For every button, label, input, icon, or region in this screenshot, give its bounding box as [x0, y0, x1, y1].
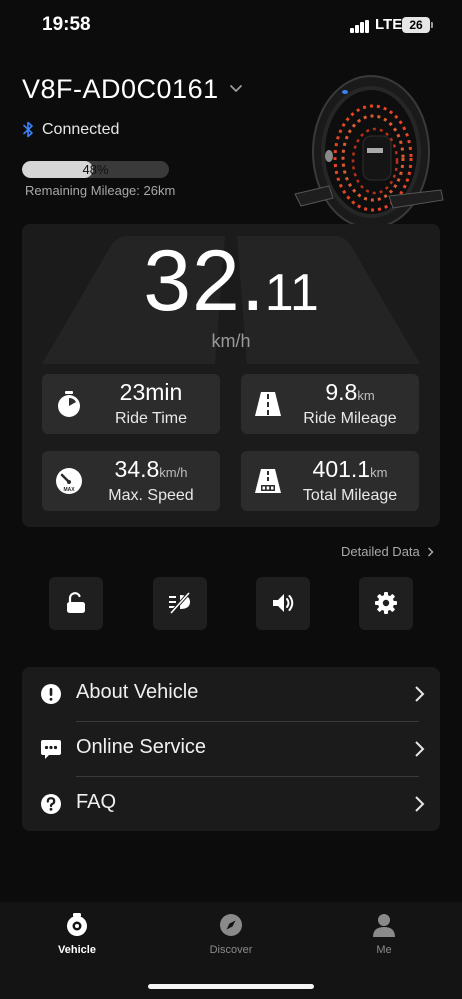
bluetooth-icon [23, 121, 33, 138]
sound-icon [273, 594, 294, 612]
compass-icon [220, 914, 242, 936]
stat-label: Max. Speed [108, 487, 194, 504]
lights-off-icon [169, 591, 191, 615]
horn-sound-button[interactable] [256, 577, 310, 630]
chevron-right-icon [415, 796, 425, 812]
speedometer-max-icon: MAX [56, 468, 82, 494]
lights-toggle-button[interactable] [153, 577, 207, 630]
status-time: 19:58 [42, 14, 91, 35]
stat-label: Ride Time [114, 410, 188, 427]
chevron-right-icon [428, 547, 434, 557]
unlock-button[interactable] [49, 577, 103, 630]
cellular-signal-icon [350, 20, 370, 33]
speed-decimal-point: . [240, 233, 265, 329]
stat-total-mileage: 401.1km Total Mileage [241, 451, 419, 511]
menu-item-online-service[interactable]: Online Service [22, 722, 440, 776]
stat-ride-mileage: 9.8km Ride Mileage [241, 374, 419, 434]
wheel-icon [67, 913, 87, 936]
stat-ride-time: 23min Ride Time [42, 374, 220, 434]
connection-status: Connected [42, 121, 120, 138]
tab-me[interactable]: Me [334, 912, 434, 968]
svg-text:MAX: MAX [63, 487, 75, 493]
chevron-right-icon [415, 741, 425, 757]
settings-gear-icon [375, 592, 397, 614]
chevron-right-icon [415, 686, 425, 702]
stat-value: 9.8km [325, 379, 375, 405]
menu-label: FAQ [76, 791, 117, 813]
menu-label: About Vehicle [76, 681, 199, 703]
info-icon [41, 684, 61, 704]
tab-label: Me [376, 944, 392, 956]
road-odometer-icon [255, 469, 281, 493]
network-type: LTE [375, 16, 403, 33]
speed-decimal: 11 [264, 264, 319, 322]
stat-max-speed: MAX 34.8km/h Max. Speed [42, 451, 220, 511]
tab-label: Discover [209, 944, 253, 956]
status-bar: 19:58 LTE 26 [0, 0, 462, 54]
current-speed: 32.11 [22, 232, 440, 331]
menu-label: Online Service [76, 736, 207, 758]
chevron-down-icon[interactable] [229, 82, 243, 96]
menu-list: About Vehicle Online Service FAQ [22, 667, 440, 831]
unlock-icon [67, 592, 85, 613]
question-icon [41, 794, 61, 814]
home-indicator [148, 984, 314, 989]
battery-percent: 48% [82, 162, 109, 177]
unicycle-image [294, 75, 444, 238]
detailed-data-link[interactable]: Detailed Data [341, 544, 434, 559]
device-name[interactable]: V8F-AD0C0161 [22, 74, 219, 105]
stat-value: 23min [119, 379, 183, 405]
battery-tip [431, 22, 433, 28]
battery-level-bar: 48% [22, 161, 169, 178]
stat-value: 34.8km/h [114, 456, 188, 482]
tab-label: Vehicle [58, 944, 96, 956]
tab-discover[interactable]: Discover [181, 912, 281, 968]
stat-label: Total Mileage [302, 487, 398, 504]
menu-item-about-vehicle[interactable]: About Vehicle [22, 667, 440, 721]
chat-icon [41, 740, 61, 759]
tab-vehicle[interactable]: Vehicle [27, 912, 127, 968]
road-icon [255, 392, 281, 416]
speed-integer: 32 [143, 233, 241, 329]
stopwatch-icon [58, 391, 80, 417]
settings-button[interactable] [359, 577, 413, 630]
stat-value: 401.1km [312, 456, 388, 482]
speed-unit: km/h [211, 331, 251, 351]
ride-stats-card: 32.11 km/h 23min Ride Time 9.8km Ride Mi… [22, 224, 440, 527]
stat-label: Ride Mileage [303, 410, 397, 427]
detailed-data-label: Detailed Data [341, 544, 420, 559]
remaining-mileage: Remaining Mileage: 26km [25, 183, 176, 198]
person-icon [373, 914, 395, 937]
battery-indicator: 26 [402, 17, 430, 33]
menu-item-faq[interactable]: FAQ [22, 777, 440, 831]
